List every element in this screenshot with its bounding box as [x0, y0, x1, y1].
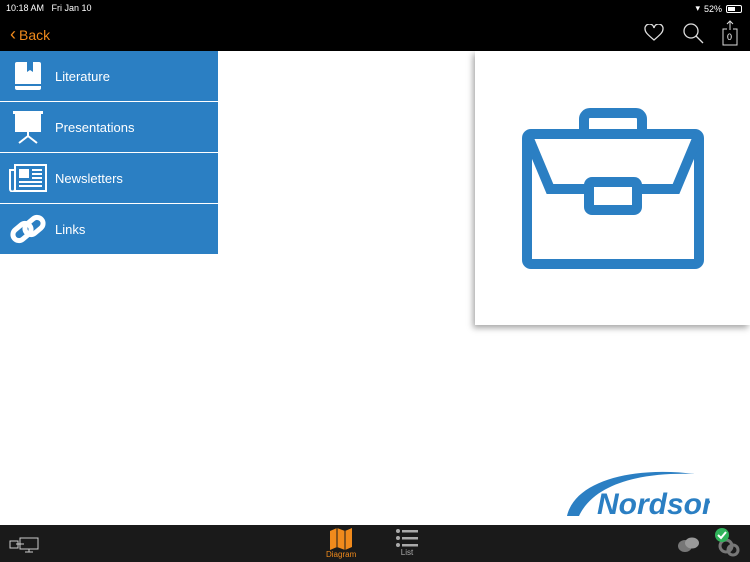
menu-label: Presentations — [55, 119, 135, 135]
nordson-logo: Nordson — [565, 468, 720, 525]
search-icon[interactable] — [682, 22, 704, 44]
svg-text:Nordson: Nordson — [597, 488, 710, 520]
heart-icon[interactable] — [644, 24, 664, 42]
menu-item-presentations[interactable]: Presentations — [0, 102, 218, 152]
battery-percent: 52% — [703, 3, 722, 14]
tab-label: Diagram — [326, 550, 357, 559]
screen-mirror-icon[interactable] — [9, 537, 39, 553]
battery-icon — [726, 4, 742, 13]
sync-connected-icon[interactable] — [712, 527, 742, 557]
tab-diagram[interactable]: Diagram — [326, 528, 356, 559]
briefcase-icon — [521, 108, 704, 269]
list-icon — [396, 529, 418, 547]
status-date: Fri Jan 10 — [51, 3, 92, 13]
status-time: 10:18 AM — [6, 3, 45, 13]
chat-bubbles-icon[interactable] — [676, 537, 700, 553]
back-button[interactable]: ‹ Back — [10, 24, 50, 45]
menu-item-newsletters[interactable]: Newsletters — [0, 153, 218, 203]
wifi-icon: ▾ — [695, 3, 700, 13]
nav-bar: ‹ Back 0 — [0, 16, 750, 51]
tab-label: List — [400, 548, 414, 557]
side-menu: Literature Presentations Newsletters Lin… — [0, 51, 218, 255]
presentation-board-icon — [0, 110, 55, 144]
tab-list[interactable]: List — [396, 528, 418, 557]
book-icon — [0, 60, 55, 92]
menu-item-links[interactable]: Links — [0, 204, 218, 254]
newspaper-icon — [0, 164, 55, 192]
menu-item-literature[interactable]: Literature — [0, 51, 218, 101]
menu-label: Newsletters — [55, 170, 123, 186]
cart-count: 0 — [727, 32, 733, 42]
share-cart-button[interactable]: 0 — [722, 20, 738, 46]
menu-label: Links — [55, 221, 86, 237]
preview-card — [475, 51, 750, 325]
link-chain-icon — [0, 212, 55, 246]
tab-bar: Diagram List — [0, 525, 750, 562]
menu-label: Literature — [55, 68, 110, 84]
chevron-left-icon: ‹ — [10, 24, 16, 44]
status-bar: 10:18 AM Fri Jan 10 ▾ 52% — [0, 0, 750, 16]
back-label: Back — [19, 26, 51, 43]
map-icon — [330, 528, 353, 550]
